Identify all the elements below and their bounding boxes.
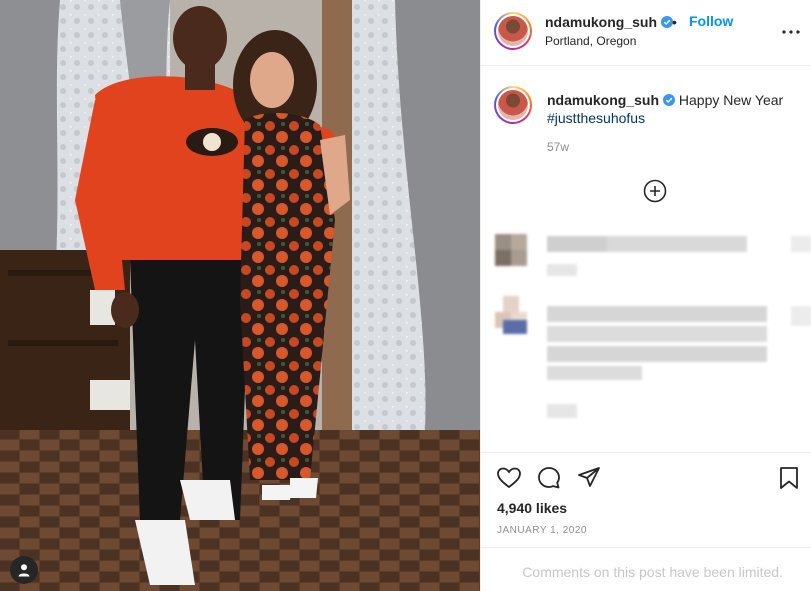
caption-username[interactable]: ndamukong_suh [547,92,659,108]
author-avatar[interactable] [494,12,532,50]
post-side-panel: ndamukong_suh • Follow Portland, Oregon … [480,0,811,591]
caption-age[interactable]: 57w [547,140,569,154]
author-username[interactable]: ndamukong_suh [545,14,674,30]
user-tag-button[interactable] [10,556,38,584]
verified-badge-icon [663,94,676,106]
caption-avatar[interactable] [494,86,532,124]
blurred-comment [495,234,811,279]
post-photo[interactable] [0,0,480,591]
comments-limited-notice: Comments on this post have been limited. [481,547,811,591]
post-date[interactable]: January 1, 2020 [497,525,587,536]
post-header: ndamukong_suh • Follow Portland, Oregon [481,0,811,66]
caption-text: ndamukong_suh Happy New Year #justthesuh… [547,91,797,127]
comment-bubble-icon[interactable] [536,465,562,491]
header-separator: • [672,14,677,30]
more-options-icon[interactable] [781,22,801,42]
post-photo-illustration [0,0,480,591]
plus-circle-icon[interactable] [643,179,667,203]
blurred-comment [495,296,811,426]
heart-icon[interactable] [496,465,522,491]
caption-message: Happy New Year [678,92,784,108]
post-actions: 4,940 likes January 1, 2020 [481,452,811,547]
likes-count[interactable]: 4,940 likes [497,500,567,516]
user-tag-icon [18,564,30,577]
post-location[interactable]: Portland, Oregon [545,34,636,48]
author-username-text[interactable]: ndamukong_suh [545,14,657,30]
bookmark-icon[interactable] [776,465,802,491]
caption-hashtag[interactable]: #justthesuhofus [547,110,645,126]
follow-button[interactable]: Follow [689,13,733,29]
paper-plane-icon[interactable] [576,465,602,491]
